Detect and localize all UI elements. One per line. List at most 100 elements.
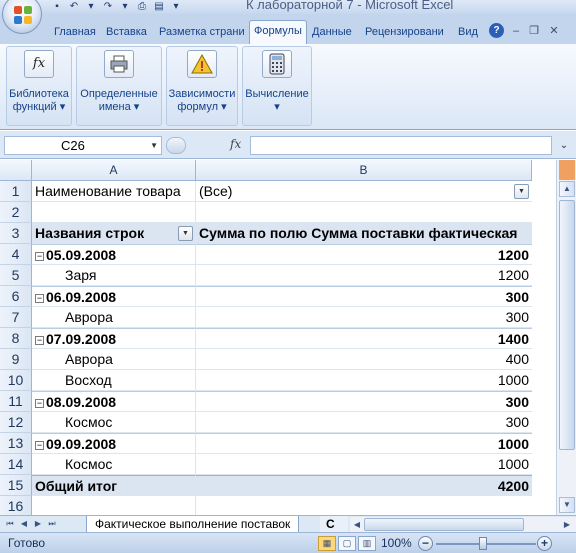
chevron-down-icon[interactable]: ▼: [150, 137, 158, 154]
cell-a[interactable]: Названия строк: [32, 223, 196, 244]
cell-b[interactable]: 300: [196, 307, 532, 328]
cell-a[interactable]: Заря: [32, 265, 196, 286]
cell-b[interactable]: 400: [196, 349, 532, 370]
cell-a[interactable]: [32, 496, 196, 515]
collapse-icon[interactable]: −: [35, 336, 44, 345]
print-preview-icon[interactable]: ⎙: [135, 1, 149, 13]
scroll-right-icon[interactable]: ▶: [560, 517, 574, 532]
cell-b[interactable]: 1000: [196, 370, 532, 391]
row-header[interactable]: 15: [0, 475, 32, 496]
zoom-level[interactable]: 100%: [381, 536, 412, 550]
undo-icon[interactable]: ↶: [67, 1, 81, 13]
row-header[interactable]: 5: [0, 265, 32, 286]
restore-icon[interactable]: ❐: [528, 25, 540, 37]
cell-b[interactable]: [196, 202, 532, 223]
normal-view-icon[interactable]: ▦: [318, 536, 336, 551]
vertical-split-handle[interactable]: [559, 160, 575, 180]
select-all-corner[interactable]: [0, 160, 32, 181]
horizontal-scrollbar[interactable]: ◀ ▶: [350, 517, 576, 532]
formula-bar-splitter[interactable]: [166, 137, 186, 154]
cell-a[interactable]: −07.09.2008: [32, 328, 196, 349]
row-header[interactable]: 7: [0, 307, 32, 328]
collapse-icon[interactable]: −: [35, 441, 44, 450]
redo-dropdown-icon[interactable]: ▾: [118, 1, 132, 13]
calculation-button[interactable]: Вычисление ▾: [242, 46, 312, 126]
collapse-icon[interactable]: −: [35, 252, 44, 261]
cell-b[interactable]: 1400: [196, 328, 532, 349]
cell-a[interactable]: −09.09.2008: [32, 433, 196, 454]
row-labels-dropdown-icon[interactable]: ▼: [178, 226, 193, 241]
tab-formulas[interactable]: Формулы: [249, 20, 307, 44]
customize-qat-icon[interactable]: ▾: [169, 1, 183, 13]
last-sheet-icon[interactable]: ⏭: [46, 517, 58, 531]
vertical-scroll-thumb[interactable]: [559, 200, 575, 450]
scroll-left-icon[interactable]: ◀: [350, 517, 364, 532]
next-sheet-icon[interactable]: ▶: [32, 517, 44, 531]
collapse-icon[interactable]: −: [35, 399, 44, 408]
tab-insert[interactable]: Вставка: [102, 23, 151, 44]
redo-icon[interactable]: ↷: [101, 1, 115, 13]
column-header-a[interactable]: A: [32, 160, 196, 181]
scroll-down-icon[interactable]: ▼: [559, 497, 575, 513]
cell-b[interactable]: 1200: [196, 244, 532, 265]
row-header[interactable]: 13: [0, 433, 32, 454]
help-icon[interactable]: ?: [489, 23, 504, 38]
row-header[interactable]: 6: [0, 286, 32, 307]
cell-b[interactable]: 300: [196, 412, 532, 433]
cell-b[interactable]: Сумма по полю Сумма поставки фактическая: [196, 223, 532, 244]
cell-a[interactable]: −08.09.2008: [32, 391, 196, 412]
function-library-button[interactable]: fx Библиотека функций ▾: [6, 46, 72, 126]
quick-print-icon[interactable]: ▤: [152, 1, 166, 13]
cell-a[interactable]: [32, 202, 196, 223]
name-box[interactable]: C26 ▼: [4, 136, 162, 155]
expand-formula-bar-icon[interactable]: ⌄: [556, 137, 572, 154]
row-header[interactable]: 2: [0, 202, 32, 223]
row-header[interactable]: 9: [0, 349, 32, 370]
row-header[interactable]: 16: [0, 496, 32, 515]
save-icon[interactable]: ▪: [50, 1, 64, 13]
column-header-b[interactable]: B: [196, 160, 532, 181]
row-header[interactable]: 4: [0, 244, 32, 265]
cell-b[interactable]: 300: [196, 391, 532, 412]
tab-review[interactable]: Рецензировани: [361, 23, 454, 44]
tab-view[interactable]: Вид: [454, 23, 482, 44]
cell-b[interactable]: 1000: [196, 433, 532, 454]
row-header[interactable]: 14: [0, 454, 32, 475]
row-header[interactable]: 12: [0, 412, 32, 433]
formula-input[interactable]: [250, 136, 552, 155]
close-icon[interactable]: ✕: [548, 25, 560, 37]
tab-data[interactable]: Данные: [308, 23, 356, 44]
cell-a[interactable]: Аврора: [32, 307, 196, 328]
row-header[interactable]: 10: [0, 370, 32, 391]
page-layout-view-icon[interactable]: ▢: [338, 536, 356, 551]
cell-b[interactable]: (Все): [196, 181, 532, 202]
collapse-icon[interactable]: −: [35, 294, 44, 303]
cell-a[interactable]: −06.09.2008: [32, 286, 196, 307]
page-break-view-icon[interactable]: ▥: [358, 536, 376, 551]
first-sheet-icon[interactable]: ⏮: [4, 517, 16, 531]
row-header[interactable]: 11: [0, 391, 32, 412]
undo-dropdown-icon[interactable]: ▾: [84, 1, 98, 13]
tab-home[interactable]: Главная: [50, 23, 100, 44]
cell-b[interactable]: [196, 496, 532, 515]
cell-a[interactable]: Космос: [32, 412, 196, 433]
cell-a[interactable]: Восход: [32, 370, 196, 391]
cell-b[interactable]: 4200: [196, 475, 532, 496]
formula-auditing-button[interactable]: Зависимости формул ▾: [166, 46, 238, 126]
horizontal-scroll-thumb[interactable]: [364, 518, 524, 531]
sheet-tab-next[interactable]: С: [320, 516, 348, 533]
minimize-icon[interactable]: –: [510, 25, 522, 37]
cell-a[interactable]: Общий итог: [32, 475, 196, 496]
cell-b[interactable]: 1000: [196, 454, 532, 475]
zoom-slider-thumb[interactable]: [479, 537, 487, 550]
row-header[interactable]: 3: [0, 223, 32, 244]
zoom-in-icon[interactable]: +: [537, 536, 552, 551]
tab-page-layout[interactable]: Разметка страни: [155, 23, 245, 44]
cell-a[interactable]: Космос: [32, 454, 196, 475]
prev-sheet-icon[interactable]: ◀: [18, 517, 30, 531]
row-header[interactable]: 1: [0, 181, 32, 202]
zoom-out-icon[interactable]: −: [418, 536, 433, 551]
cell-a[interactable]: −05.09.2008: [32, 244, 196, 265]
insert-function-icon[interactable]: fx: [230, 137, 241, 151]
cell-b[interactable]: 1200: [196, 265, 532, 286]
